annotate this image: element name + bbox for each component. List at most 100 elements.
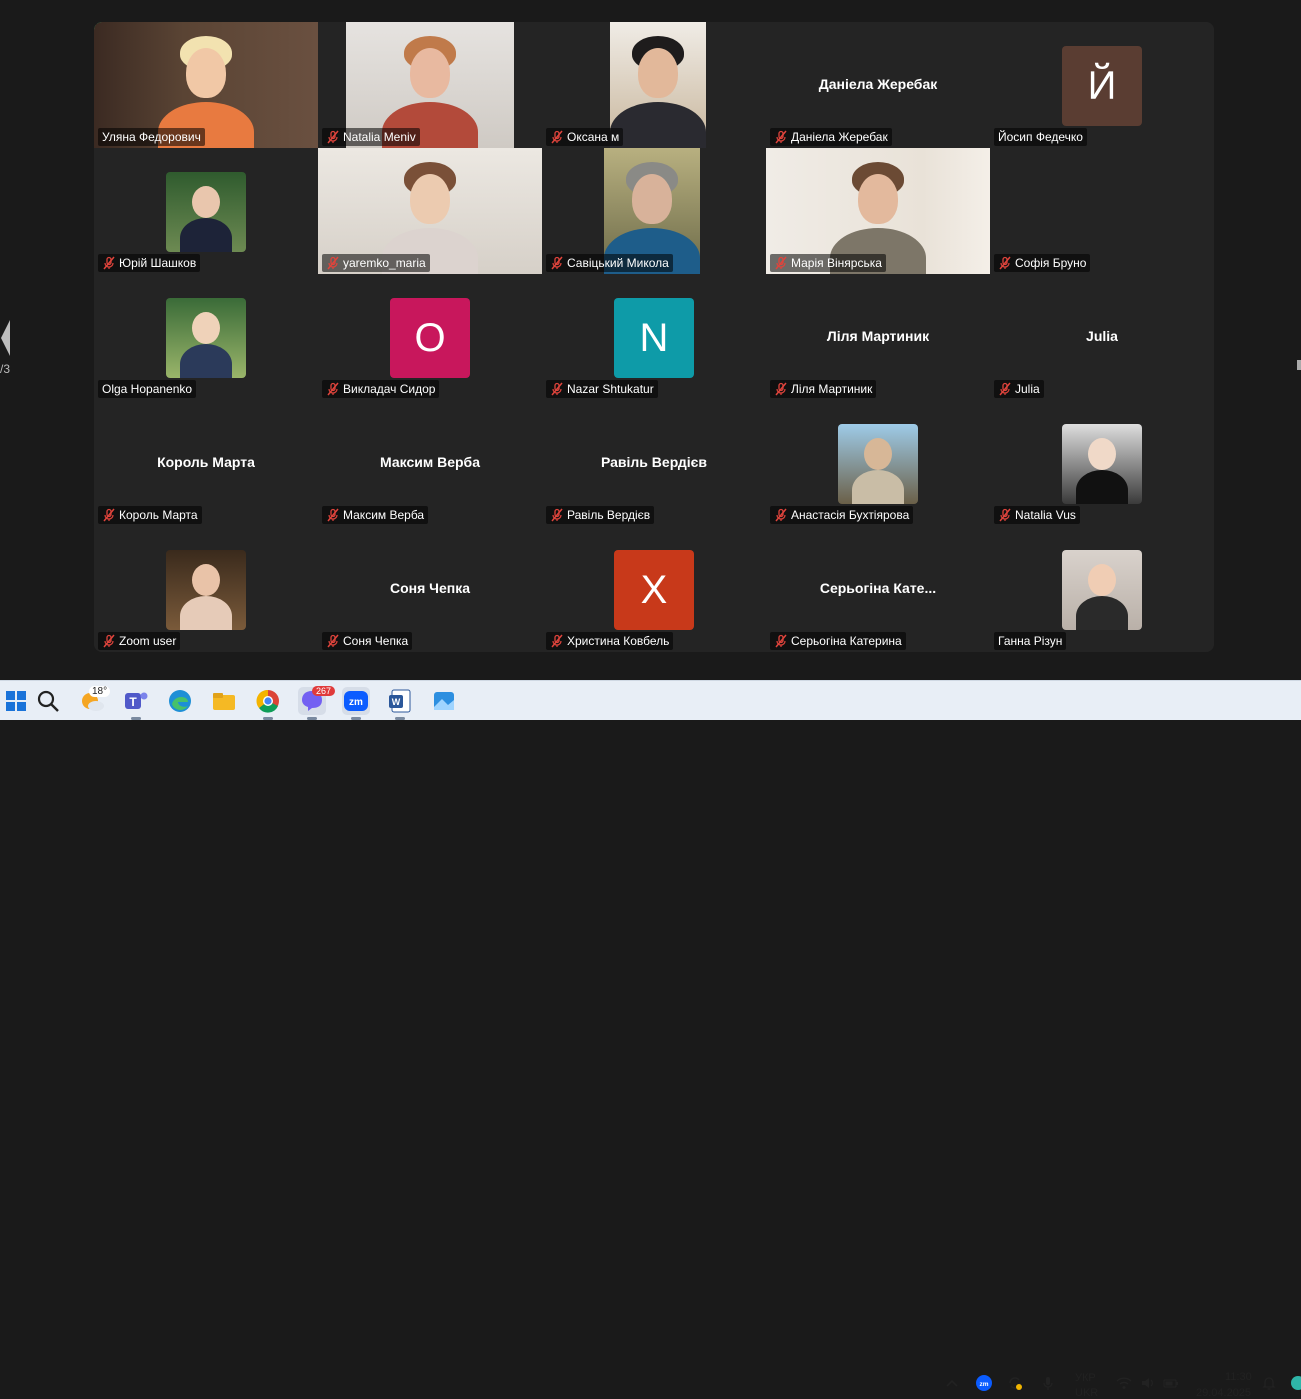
participant-tile[interactable]: Марія Вінярська: [766, 148, 990, 274]
participant-tile[interactable]: Х Христина Ковбель: [542, 526, 766, 652]
file-explorer-icon[interactable]: [210, 687, 238, 715]
taskbar: T zm W zm УКР UKR 11:30 29.04.2025: [0, 680, 1301, 1399]
microphone-muted-icon: [551, 256, 563, 270]
participant-display-name: Король Марта: [157, 454, 255, 470]
microphone-muted-icon: [103, 634, 115, 648]
participant-tile[interactable]: Ганна Різун: [990, 526, 1214, 652]
microphone-muted-icon: [999, 256, 1011, 270]
participant-name: Оксана м: [567, 130, 620, 144]
language-indicator-top[interactable]: УКР: [1075, 1372, 1096, 1384]
participant-tile[interactable]: Olga Hopanenko: [94, 274, 318, 400]
participant-tile[interactable]: Natalia Meniv: [318, 22, 542, 148]
participant-tile[interactable]: O Викладач Сидор: [318, 274, 542, 400]
sync-icon[interactable]: [1007, 1375, 1023, 1391]
svg-text:T: T: [129, 695, 137, 709]
microphone-muted-icon: [327, 256, 339, 270]
chevron-left-icon: [1, 320, 10, 356]
participant-tile[interactable]: Юрій Шашков: [94, 148, 318, 274]
participant-tile[interactable]: Равіль Вердієв Равіль Вердієв: [542, 400, 766, 526]
participant-name-label: Ліля Мартиник: [770, 380, 877, 398]
participant-name: Zoom user: [119, 634, 177, 648]
copilot-icon[interactable]: [1288, 1375, 1301, 1391]
previous-page-button[interactable]: [0, 318, 10, 358]
zoom-icon[interactable]: zm: [342, 687, 370, 720]
notification-bell-icon[interactable]: [1261, 1375, 1277, 1391]
participant-tile[interactable]: Ліля Мартиник Ліля Мартиник: [766, 274, 990, 400]
edge-icon[interactable]: [166, 687, 194, 715]
svg-text:zm: zm: [979, 1381, 988, 1388]
word-icon[interactable]: W: [386, 687, 414, 720]
participant-tile[interactable]: Zoom user: [94, 526, 318, 652]
search-icon[interactable]: [34, 687, 62, 715]
participant-name: Равіль Вердієв: [567, 508, 651, 522]
profile-picture: [166, 172, 246, 252]
participant-tile[interactable]: Julia Julia: [990, 274, 1214, 400]
participant-display-name: Равіль Вердієв: [600, 454, 708, 470]
participant-name-label: Natalia Vus: [994, 506, 1080, 524]
chevron-up-icon[interactable]: [944, 1375, 960, 1391]
participant-name: Nazar Shtukatur: [567, 382, 654, 396]
svg-text:W: W: [392, 697, 401, 707]
language-indicator-bottom[interactable]: UKR: [1075, 1387, 1098, 1399]
teams-icon[interactable]: T: [122, 687, 150, 720]
participant-name: Natalia Meniv: [343, 130, 416, 144]
clock-time[interactable]: 11:30: [1225, 1371, 1252, 1383]
participant-name-label: Nazar Shtukatur: [546, 380, 658, 398]
participant-name-label: Викладач Сидор: [322, 380, 440, 398]
participant-name-label: Равіль Вердієв: [546, 506, 655, 524]
participant-tile[interactable]: Серьогіна Кате... Серьогіна Катерина: [766, 526, 990, 652]
participant-name-label: Йосип Федечко: [994, 128, 1087, 146]
viber-unread-badge: 267: [312, 686, 336, 696]
participant-name-label: Olga Hopanenko: [98, 380, 197, 398]
start-icon[interactable]: [2, 687, 30, 715]
clock-date[interactable]: 29.04.2025: [1196, 1387, 1251, 1399]
participant-tile[interactable]: Й Йосип Федечко: [990, 22, 1214, 148]
participant-name: Йосип Федечко: [998, 130, 1083, 144]
microphone-muted-icon: [327, 508, 339, 522]
participant-name: Король Марта: [119, 508, 198, 522]
zoom-tray-icon[interactable]: zm: [976, 1375, 992, 1391]
participant-name: yaremko_maria: [343, 256, 426, 270]
participant-tile[interactable]: Софія Бруно: [990, 148, 1214, 274]
microphone-muted-icon: [327, 130, 339, 144]
gallery-view: Уляна Федорович Natalia Meniv Оксана м Дані…: [94, 22, 1214, 652]
participant-name: Olga Hopanenko: [102, 382, 193, 396]
participant-tile[interactable]: Максим Верба Максим Верба: [318, 400, 542, 526]
volume-icon[interactable]: [1140, 1375, 1156, 1391]
photos-icon[interactable]: [430, 687, 458, 715]
participant-name-label: yaremko_maria: [322, 254, 430, 272]
participant-display-name: Ліля Мартиник: [826, 328, 930, 344]
participant-tile[interactable]: Савіцький Микола: [542, 148, 766, 274]
participant-tile[interactable]: N Nazar Shtukatur: [542, 274, 766, 400]
microphone-muted-icon: [999, 382, 1011, 396]
battery-icon[interactable]: [1163, 1375, 1179, 1391]
participant-tile[interactable]: Даніела Жеребак Даніела Жеребак: [766, 22, 990, 148]
microphone-muted-icon: [775, 634, 787, 648]
microphone-muted-icon: [551, 634, 563, 648]
participant-tile[interactable]: yaremko_maria: [318, 148, 542, 274]
microphone-muted-icon: [103, 508, 115, 522]
chrome-icon[interactable]: [254, 687, 282, 720]
profile-picture: [1062, 550, 1142, 630]
participant-tile[interactable]: Оксана м: [542, 22, 766, 148]
next-page-button[interactable]: [1297, 360, 1301, 370]
microphone-muted-icon: [999, 508, 1011, 522]
participant-tile[interactable]: Natalia Vus: [990, 400, 1214, 526]
participant-name-label: Христина Ковбель: [546, 632, 674, 650]
participant-tile[interactable]: Уляна Федорович: [94, 22, 318, 148]
participant-tile[interactable]: Анастасія Бухтіярова: [766, 400, 990, 526]
participant-name-label: Natalia Meniv: [322, 128, 420, 146]
profile-picture: [838, 424, 918, 504]
page-indicator: /3: [0, 362, 11, 376]
wifi-icon[interactable]: [1116, 1375, 1132, 1391]
participant-video: [610, 22, 706, 148]
participant-name-label: Julia: [994, 380, 1044, 398]
profile-picture: [1062, 424, 1142, 504]
microphone-icon[interactable]: [1040, 1375, 1056, 1391]
participant-name-label: Соня Чепка: [322, 632, 413, 650]
participant-name: Julia: [1015, 382, 1040, 396]
participant-tile[interactable]: Соня Чепка Соня Чепка: [318, 526, 542, 652]
participant-tile[interactable]: Король Марта Король Марта: [94, 400, 318, 526]
participant-name-label: Савіцький Микола: [546, 254, 673, 272]
svg-text:zm: zm: [349, 697, 363, 708]
